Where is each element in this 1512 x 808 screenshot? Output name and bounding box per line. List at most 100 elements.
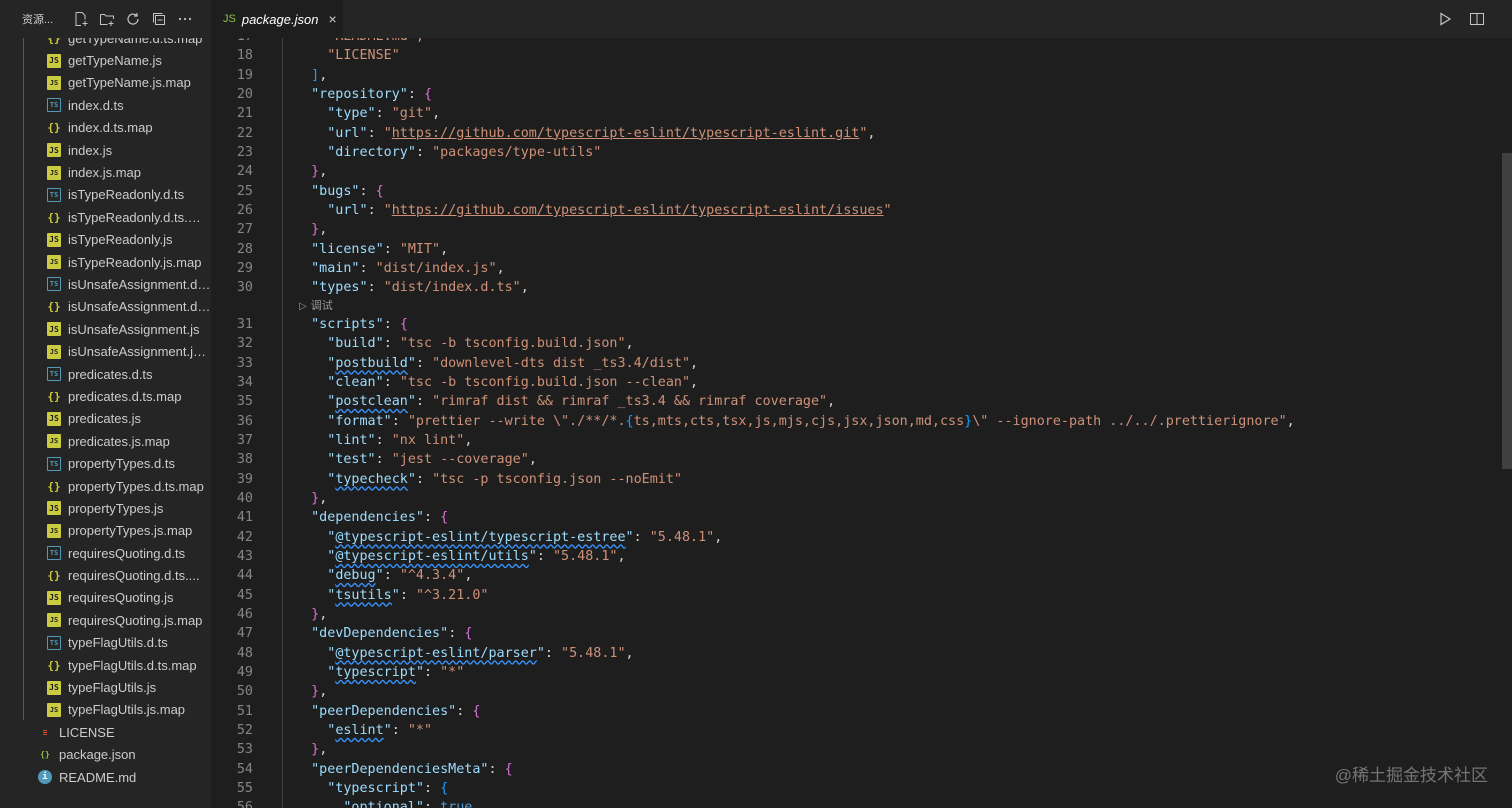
file-item[interactable]: JS isUnsafeAssignment.js.... — [0, 340, 211, 362]
new-folder-icon[interactable] — [97, 9, 117, 29]
file-item[interactable]: {} typeFlagUtils.d.ts.map — [0, 654, 211, 676]
code-line[interactable]: 35 "postclean": "rimraf dist && rimraf _… — [211, 392, 1506, 411]
code-line[interactable]: 18 "LICENSE" — [211, 46, 1506, 65]
code-line[interactable]: 32 "build": "tsc -b tsconfig.build.json"… — [211, 334, 1506, 353]
code-line[interactable]: 31 "scripts": { — [211, 315, 1506, 334]
file-item[interactable]: i README.md — [0, 766, 211, 788]
line-number: 44 — [236, 568, 253, 584]
code-line[interactable]: 40 }, — [211, 489, 1506, 508]
code-line[interactable]: 50 }, — [211, 682, 1506, 701]
file-item[interactable]: JS propertyTypes.js — [0, 497, 211, 519]
file-item-label: propertyTypes.d.ts — [68, 456, 175, 472]
token: " — [375, 568, 384, 584]
split-editor-icon[interactable] — [1468, 10, 1486, 28]
file-item[interactable]: JS isUnsafeAssignment.js — [0, 318, 211, 340]
code-line[interactable]: 46 }, — [211, 605, 1506, 624]
run-icon[interactable] — [1436, 10, 1454, 28]
file-item[interactable]: {} isTypeReadonly.d.ts.map — [0, 206, 211, 228]
file-item[interactable]: JS isTypeReadonly.js — [0, 229, 211, 251]
code-line[interactable]: 42 "@typescript-eslint/typescript-estree… — [211, 528, 1506, 547]
code-line[interactable]: 23 "directory": "packages/type-utils" — [211, 143, 1506, 162]
code-line[interactable]: 27 }, — [211, 220, 1506, 239]
code-line[interactable]: 33 "postbuild": "downlevel-dts dist _ts3… — [211, 354, 1506, 373]
line-content: "format": "prettier --write \"./**/*.{ts… — [295, 412, 1294, 431]
file-item[interactable]: JS requiresQuoting.js — [0, 587, 211, 609]
code-line[interactable]: 34 "clean": "tsc -b tsconfig.build.json … — [211, 373, 1506, 392]
code-line[interactable]: 47 "devDependencies": { — [211, 624, 1506, 643]
line-number: 53 — [236, 742, 253, 758]
code-line[interactable]: 44 "debug": "^4.3.4", — [211, 566, 1506, 585]
file-item[interactable]: TS typeFlagUtils.d.ts — [0, 632, 211, 654]
file-item[interactable]: TS requiresQuoting.d.ts — [0, 542, 211, 564]
code-line[interactable]: 54 "peerDependenciesMeta": { — [211, 760, 1506, 779]
code-line[interactable]: 52 "eslint": "*" — [211, 721, 1506, 740]
file-item[interactable]: JS predicates.js — [0, 408, 211, 430]
file-item[interactable]: JS typeFlagUtils.js — [0, 676, 211, 698]
code-line[interactable]: 38 "test": "jest --coverage", — [211, 450, 1506, 469]
file-item[interactable]: {} requiresQuoting.d.ts.... — [0, 564, 211, 586]
line-content: "type": "git", — [295, 104, 440, 123]
file-item[interactable]: JS isTypeReadonly.js.map — [0, 251, 211, 273]
file-item[interactable]: TS isUnsafeAssignment.d.ts — [0, 273, 211, 295]
code-line[interactable]: 26 "url": "https://github.com/typescript… — [211, 201, 1506, 220]
code-line[interactable]: 48 "@typescript-eslint/parser": "5.48.1"… — [211, 644, 1506, 663]
code-line[interactable]: 51 "peerDependencies": { — [211, 702, 1506, 721]
code-line[interactable]: 43 "@typescript-eslint/utils": "5.48.1", — [211, 547, 1506, 566]
token: { — [440, 510, 449, 526]
more-icon[interactable] — [175, 9, 195, 29]
file-item[interactable]: JS getTypeName.js — [0, 49, 211, 71]
code-view[interactable]: 17 "README.md",18 "LICENSE"19 ],20 "repo… — [211, 27, 1506, 808]
file-item[interactable]: JS propertyTypes.js.map — [0, 520, 211, 542]
file-item[interactable]: JS requiresQuoting.js.map — [0, 609, 211, 631]
file-item[interactable]: JS predicates.js.map — [0, 430, 211, 452]
file-item[interactable]: JS index.js.map — [0, 161, 211, 183]
code-line[interactable]: 29 "main": "dist/index.js", — [211, 259, 1506, 278]
file-item[interactable]: {} index.d.ts.map — [0, 117, 211, 139]
file-item[interactable]: {} package.json — [0, 744, 211, 766]
tab-package-json[interactable]: JS package.json × — [211, 0, 343, 38]
code-line[interactable]: 49 "typescript": "*" — [211, 663, 1506, 682]
code-line[interactable]: 45 "tsutils": "^3.21.0" — [211, 586, 1506, 605]
token: , — [714, 529, 723, 545]
file-item[interactable]: ≡ LICENSE — [0, 721, 211, 743]
url-link[interactable]: https://github.com/typescript-eslint/typ… — [392, 203, 884, 218]
file-item[interactable]: JS typeFlagUtils.js.map — [0, 699, 211, 721]
url-link[interactable]: https://github.com/typescript-eslint/typ… — [392, 126, 860, 141]
file-item[interactable]: {} propertyTypes.d.ts.map — [0, 475, 211, 497]
code-line[interactable]: 37 "lint": "nx lint", — [211, 431, 1506, 450]
code-line[interactable]: 22 "url": "https://github.com/typescript… — [211, 124, 1506, 143]
file-item[interactable]: {} isUnsafeAssignment.d.... — [0, 296, 211, 318]
file-item[interactable]: {} predicates.d.ts.map — [0, 385, 211, 407]
code-line[interactable]: 19 ], — [211, 66, 1506, 85]
file-item[interactable]: TS propertyTypes.d.ts — [0, 452, 211, 474]
token: : — [407, 87, 424, 103]
vertical-scrollbar[interactable] — [1502, 38, 1512, 808]
token: "dist/index.js" — [375, 261, 497, 277]
code-line[interactable]: 21 "type": "git", — [211, 104, 1506, 123]
code-line[interactable]: 39 "typecheck": "tsc -p tsconfig.json --… — [211, 470, 1506, 489]
scrollbar-thumb[interactable] — [1502, 153, 1512, 469]
collapse-all-icon[interactable] — [149, 9, 169, 29]
file-item-label: predicates.js — [68, 411, 141, 427]
refresh-icon[interactable] — [123, 9, 143, 29]
code-line[interactable]: 36 "format": "prettier --write \"./**/*.… — [211, 412, 1506, 431]
code-line[interactable]: 53 }, — [211, 740, 1506, 759]
line-content: "main": "dist/index.js", — [295, 259, 505, 278]
code-line[interactable]: 28 "license": "MIT", — [211, 240, 1506, 259]
file-item[interactable]: TS predicates.d.ts — [0, 363, 211, 385]
code-line[interactable]: 30 "types": "dist/index.d.ts", — [211, 278, 1506, 297]
code-line[interactable]: 55 "typescript": { — [211, 779, 1506, 798]
code-line[interactable]: 25 "bugs": { — [211, 182, 1506, 201]
new-file-icon[interactable] — [71, 9, 91, 29]
file-item[interactable]: JS index.js — [0, 139, 211, 161]
file-item[interactable]: JS getTypeName.js.map — [0, 72, 211, 94]
ts-file-icon: TS — [47, 456, 61, 471]
close-icon[interactable]: × — [328, 11, 336, 27]
debug-codelens[interactable]: ▷ 调试 — [211, 298, 1506, 315]
code-line[interactable]: 20 "repository": { — [211, 85, 1506, 104]
file-item[interactable]: TS index.d.ts — [0, 94, 211, 116]
code-line[interactable]: 41 "dependencies": { — [211, 508, 1506, 527]
code-line[interactable]: 24 }, — [211, 162, 1506, 181]
file-item[interactable]: TS isTypeReadonly.d.ts — [0, 184, 211, 206]
code-line[interactable]: 56 "optional": true — [211, 798, 1506, 808]
